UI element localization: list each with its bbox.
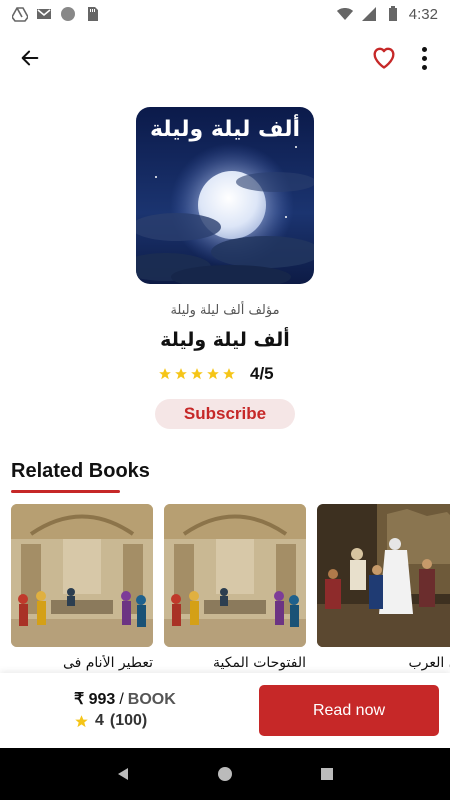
price: ₹ 993: [74, 691, 116, 708]
favorite-button[interactable]: [368, 41, 400, 73]
nav-home-button[interactable]: [213, 762, 237, 786]
star-icon: [223, 368, 235, 380]
status-left: [12, 6, 100, 22]
painting-thumbnail: [317, 504, 450, 647]
price-unit: BOOK: [127, 691, 176, 708]
rating-text: 4/5: [250, 364, 274, 383]
more-vert-dot: [421, 55, 427, 61]
status-time: 4:32: [408, 5, 438, 23]
wifi-icon: [336, 8, 353, 20]
related-books-title: Related Books: [11, 460, 150, 482]
cover-title: ألف ليلة وليلة: [149, 117, 301, 142]
nav-back-button[interactable]: [111, 762, 135, 786]
related-book-item[interactable]: ن العرب: [317, 504, 450, 671]
drive-icon: [12, 7, 28, 22]
related-book-thumbnail: [11, 504, 153, 647]
read-now-button[interactable]: Read now: [259, 685, 439, 736]
price-row: ₹ 993 / BOOK: [74, 689, 176, 709]
book-author: مؤلف ألف ليلة وليلة: [170, 303, 280, 318]
nav-recents-button[interactable]: [315, 762, 339, 786]
subscribe-button[interactable]: Subscribe: [155, 399, 295, 429]
purchase-bar: ₹ 993 / BOOK 4 (100) Read now: [0, 673, 450, 748]
circle-icon: [61, 7, 75, 21]
related-book-label: ن العرب: [408, 655, 450, 671]
price-separator: /: [119, 691, 124, 708]
triangle-back-icon: [118, 768, 128, 780]
related-book-thumbnail: [317, 504, 450, 647]
star-icon: [159, 368, 171, 380]
star-icon: [75, 714, 88, 727]
related-book-item[interactable]: الفتوحات المكية: [164, 504, 306, 671]
related-book-item[interactable]: تعطير الأنام فى: [11, 504, 153, 671]
related-book-label: الفتوحات المكية: [213, 655, 306, 671]
book-title: ألف ليلة وليلة: [160, 329, 290, 351]
more-options-button[interactable]: [414, 42, 434, 74]
square-recents-icon: [321, 768, 333, 780]
painting-thumbnail: [11, 504, 153, 647]
status-bar: 4:32: [0, 0, 450, 28]
star-icon: [175, 368, 187, 380]
gmail-icon: [37, 9, 51, 19]
painting-thumbnail: [164, 504, 306, 647]
app-bar: [0, 36, 450, 80]
related-book-thumbnail: [164, 504, 306, 647]
rating-value: 4: [95, 712, 104, 729]
status-right: 4:32: [336, 5, 438, 23]
star-icon: [191, 368, 203, 380]
signal-icon: [361, 7, 376, 21]
sd-card-icon: [88, 7, 98, 21]
back-button[interactable]: [14, 42, 46, 74]
book-rating: 4/5: [158, 363, 274, 385]
related-book-label: تعطير الأنام فى: [62, 655, 153, 671]
more-vert-dot: [421, 46, 427, 52]
more-vert-dot: [421, 64, 427, 70]
heart-outline-icon: [373, 47, 395, 69]
battery-icon: [388, 6, 397, 21]
related-books-list[interactable]: تعطير الأنام فى الفتوحات المكية العرب: [11, 504, 450, 676]
star-icon: [207, 368, 219, 380]
system-nav-bar: [0, 748, 450, 800]
arrow-left-icon: [21, 50, 39, 66]
rating-count: (100): [109, 712, 148, 729]
section-underline: [11, 490, 120, 493]
book-cover: ألف ليلة وليلة: [136, 107, 314, 284]
circle-home-icon: [218, 767, 232, 781]
purchase-rating: 4 (100): [74, 712, 147, 730]
